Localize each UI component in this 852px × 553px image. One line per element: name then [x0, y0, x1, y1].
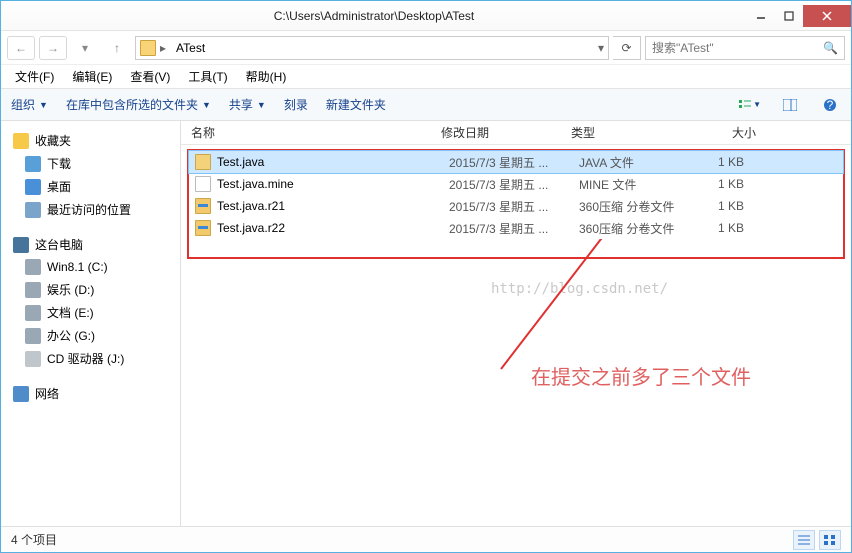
up-button[interactable]: ↑: [103, 36, 131, 60]
menu-view[interactable]: 查看(V): [122, 66, 178, 87]
search-input[interactable]: [652, 41, 823, 55]
file-date: 2015/7/3 星期五 ...: [449, 198, 579, 215]
tool-burn[interactable]: 刻录: [284, 96, 308, 113]
refresh-button[interactable]: ⟳: [613, 36, 641, 60]
tool-share[interactable]: 共享▼: [229, 96, 266, 113]
file-name: Test.java.r22: [217, 221, 449, 235]
annotation-text: 在提交之前多了三个文件: [531, 361, 751, 390]
details-view-button[interactable]: [793, 530, 815, 550]
file-row[interactable]: Test.java.mine2015/7/3 星期五 ...MINE 文件1 K…: [189, 173, 843, 195]
file-size: 1 KB: [694, 199, 764, 213]
search-icon: 🔍: [823, 41, 838, 55]
file-size: 1 KB: [694, 221, 764, 235]
drive-icon: [25, 328, 41, 344]
file-row[interactable]: Test.java.r222015/7/3 星期五 ...360压缩 分卷文件1…: [189, 217, 843, 239]
recent-icon: [25, 202, 41, 218]
icons-view-button[interactable]: [819, 530, 841, 550]
column-header-date[interactable]: 修改日期: [441, 120, 571, 145]
download-icon: [25, 156, 41, 172]
pc-icon: [13, 237, 29, 253]
annotation-arrow: [491, 239, 611, 379]
file-name: Test.java: [217, 155, 449, 169]
preview-pane-button[interactable]: [779, 94, 801, 116]
help-button[interactable]: ?: [819, 94, 841, 116]
sidebar-recent[interactable]: 最近访问的位置: [5, 198, 176, 221]
close-button[interactable]: [803, 5, 851, 27]
file-date: 2015/7/3 星期五 ...: [449, 220, 579, 237]
file-type: 360压缩 分卷文件: [579, 220, 694, 237]
sidebar-desktop[interactable]: 桌面: [5, 175, 176, 198]
menu-file[interactable]: 文件(F): [7, 66, 62, 87]
chevron-down-icon: ▼: [257, 100, 266, 110]
cd-icon: [25, 351, 41, 367]
file-size: 1 KB: [694, 177, 764, 191]
file-type: MINE 文件: [579, 176, 694, 193]
drive-icon: [25, 282, 41, 298]
sidebar-drive-c[interactable]: Win8.1 (C:): [5, 256, 176, 278]
file-name: Test.java.mine: [217, 177, 449, 191]
svg-text:?: ?: [827, 98, 834, 112]
column-header-name[interactable]: 名称: [191, 120, 441, 145]
search-box[interactable]: 🔍: [645, 36, 845, 60]
file-row[interactable]: Test.java2015/7/3 星期五 ...JAVA 文件1 KB: [189, 151, 843, 173]
file-icon: [195, 176, 211, 192]
drive-icon: [25, 259, 41, 275]
chevron-down-icon[interactable]: ▾: [598, 41, 604, 55]
sidebar-favorites[interactable]: 收藏夹: [5, 129, 176, 152]
maximize-button[interactable]: [775, 5, 803, 27]
folder-icon: [140, 40, 156, 56]
breadcrumb-folder[interactable]: ATest: [170, 39, 211, 57]
network-icon: [13, 386, 29, 402]
menu-edit[interactable]: 编辑(E): [64, 66, 120, 87]
chevron-right-icon: ▸: [160, 41, 166, 55]
minimize-button[interactable]: [747, 5, 775, 27]
file-name: Test.java.r21: [217, 199, 449, 213]
status-item-count: 4 个项目: [11, 531, 789, 548]
menu-tools[interactable]: 工具(T): [180, 66, 235, 87]
sidebar-drive-d[interactable]: 娱乐 (D:): [5, 278, 176, 301]
window-title: C:\Users\Administrator\Desktop\ATest: [1, 9, 747, 23]
desktop-icon: [25, 179, 41, 195]
chevron-down-icon: ▼: [202, 100, 211, 110]
file-icon: [195, 198, 211, 214]
tool-new-folder[interactable]: 新建文件夹: [326, 96, 386, 113]
menu-help[interactable]: 帮助(H): [238, 66, 295, 87]
file-date: 2015/7/3 星期五 ...: [449, 154, 579, 171]
view-options-button[interactable]: ▼: [739, 94, 761, 116]
address-bar[interactable]: ▸ ATest ▾: [135, 36, 609, 60]
file-row[interactable]: Test.java.r212015/7/3 星期五 ...360压缩 分卷文件1…: [189, 195, 843, 217]
file-icon: [195, 220, 211, 236]
sidebar-network[interactable]: 网络: [5, 382, 176, 405]
file-type: 360压缩 分卷文件: [579, 198, 694, 215]
chevron-down-icon: ▼: [39, 100, 48, 110]
file-icon: [195, 154, 211, 170]
sidebar-downloads[interactable]: 下载: [5, 152, 176, 175]
file-size: 1 KB: [694, 155, 764, 169]
sidebar-drive-e[interactable]: 文档 (E:): [5, 301, 176, 324]
watermark-text: http://blog.csdn.net/: [491, 281, 668, 297]
sidebar-this-pc[interactable]: 这台电脑: [5, 233, 176, 256]
forward-button[interactable]: →: [39, 36, 67, 60]
recent-locations-button[interactable]: ▾: [71, 36, 99, 60]
sidebar-drive-cd[interactable]: CD 驱动器 (J:): [5, 347, 176, 370]
drive-icon: [25, 305, 41, 321]
column-header-size[interactable]: 大小: [686, 120, 756, 145]
file-date: 2015/7/3 星期五 ...: [449, 176, 579, 193]
file-type: JAVA 文件: [579, 154, 694, 171]
column-header-type[interactable]: 类型: [571, 120, 686, 145]
sidebar-drive-g[interactable]: 办公 (G:): [5, 324, 176, 347]
navigation-pane: 收藏夹 下载 桌面 最近访问的位置 这台电脑 Win8.1 (C:) 娱乐 (D…: [1, 121, 181, 529]
tool-include-in-library[interactable]: 在库中包含所选的文件夹▼: [66, 96, 211, 113]
back-button[interactable]: ←: [7, 36, 35, 60]
star-icon: [13, 133, 29, 149]
tool-organize[interactable]: 组织▼: [11, 96, 48, 113]
file-list: Test.java2015/7/3 星期五 ...JAVA 文件1 KBTest…: [187, 149, 845, 259]
